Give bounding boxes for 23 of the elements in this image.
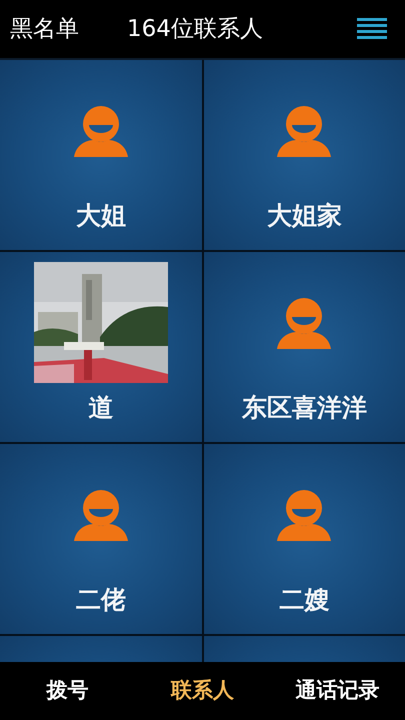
menu-icon[interactable]	[357, 18, 387, 40]
contact-name: 道	[88, 392, 114, 424]
contact-tile[interactable]: 大姐家	[204, 60, 405, 250]
person-icon	[277, 489, 332, 541]
contact-tile[interactable]: 道	[0, 252, 202, 442]
contact-name: 大姐家	[266, 200, 342, 232]
contact-name: 东区喜洋洋	[242, 392, 367, 424]
person-icon	[277, 297, 332, 349]
contact-name: 二嫂	[279, 584, 330, 616]
contact-tile[interactable]: 二佬	[0, 444, 202, 634]
contact-tile[interactable]: 二嫂	[204, 444, 405, 634]
contact-count: 164位联系人	[127, 14, 263, 44]
contact-name: 二佬	[76, 584, 126, 616]
header-title: 黑名单	[10, 14, 79, 44]
person-icon	[74, 489, 128, 541]
person-icon	[277, 105, 332, 157]
tab[interactable]: 联系人	[135, 671, 270, 711]
person-icon	[74, 105, 128, 157]
contact-tile[interactable]: 大姐	[0, 60, 202, 250]
tab[interactable]: 拨号	[0, 671, 135, 711]
contact-tile[interactable]: 东区喜洋洋	[204, 252, 405, 442]
contact-name: 大姐	[76, 200, 126, 232]
tab[interactable]: 通话记录	[270, 671, 405, 711]
